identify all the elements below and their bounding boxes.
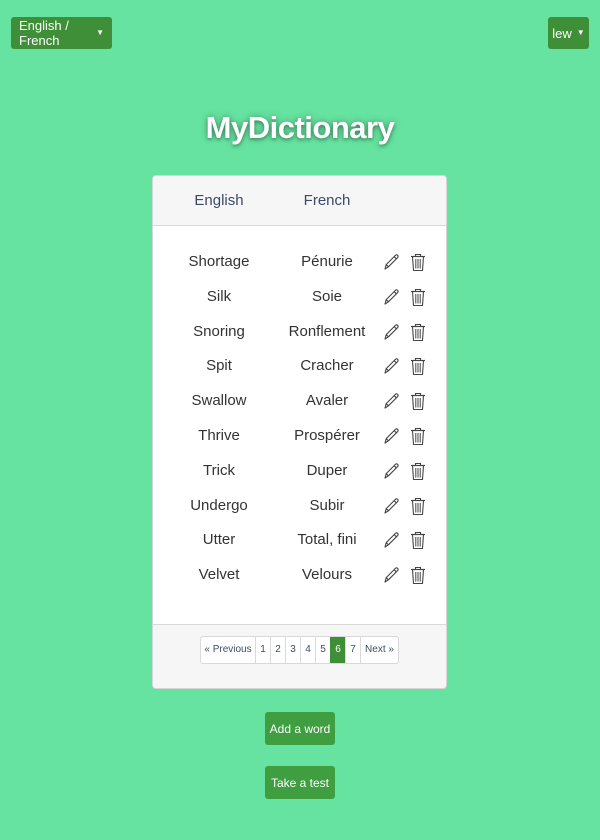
english-word: Silk (206, 287, 232, 305)
french-word: Ronflement (288, 322, 366, 340)
english-word: Trick (203, 461, 235, 479)
french-word: Prospérer (294, 427, 360, 444)
add-word-button[interactable]: Add a word (265, 712, 335, 745)
caret-down-icon: ▼ (96, 28, 104, 37)
column-header-english: English (194, 192, 244, 209)
trash-icon[interactable] (408, 355, 428, 377)
word-row: Spit Cracher (153, 349, 446, 383)
word-row: Swallow Avaler (153, 384, 446, 418)
trash-icon[interactable] (408, 251, 428, 273)
pagination-previous[interactable]: « Previous (201, 637, 255, 663)
trash-icon[interactable] (408, 390, 428, 412)
pagination-page[interactable]: 2 (270, 637, 285, 663)
dictionary-card: English French Shortage Pénurie Silk Soie Sn… (152, 175, 447, 689)
pencil-icon[interactable] (381, 564, 401, 586)
page-title: MyDictionary (205, 110, 395, 145)
language-pair-label: English / French (19, 18, 69, 48)
english-word: Shortage (188, 253, 250, 270)
pencil-icon[interactable] (381, 460, 401, 482)
english-word: Undergo (190, 496, 248, 514)
pencil-icon[interactable] (381, 286, 401, 308)
pencil-icon[interactable] (381, 390, 401, 412)
french-word: Avaler (305, 392, 349, 410)
french-word: Total, fini (297, 531, 357, 549)
word-row: Undergo Subir (153, 489, 446, 523)
pagination-page-active[interactable]: 6 (330, 637, 345, 663)
french-word: Duper (306, 461, 348, 479)
word-row: Trick Duper (153, 454, 446, 488)
pagination-page[interactable]: 7 (345, 637, 360, 663)
word-row: Velvet Velours (153, 558, 446, 592)
word-row: Silk Soie (153, 280, 446, 314)
column-header-french: French (303, 192, 351, 209)
pagination-page[interactable]: 4 (300, 637, 315, 663)
english-word: Snoring (193, 322, 245, 340)
user-menu-dropdown[interactable]: lew ▼ (548, 17, 589, 49)
pagination-page[interactable]: 3 (285, 637, 300, 663)
english-word: Thrive (198, 427, 240, 444)
pencil-icon[interactable] (381, 529, 401, 551)
french-word: Subir (309, 496, 345, 514)
language-pair-dropdown[interactable]: English / French ▼ (11, 17, 112, 49)
trash-icon[interactable] (408, 564, 428, 586)
table-header: English French (153, 176, 446, 226)
pagination-next[interactable]: Next » (360, 637, 398, 663)
english-word: Spit (206, 357, 232, 375)
word-row: Shortage Pénurie (153, 245, 446, 279)
trash-icon[interactable] (408, 495, 428, 517)
pencil-icon[interactable] (381, 495, 401, 517)
trash-icon[interactable] (408, 460, 428, 482)
word-row: Snoring Ronflement (153, 315, 446, 349)
user-name: lew (552, 25, 572, 41)
word-row: Thrive Prospérer (153, 419, 446, 453)
pagination-page[interactable]: 1 (255, 637, 270, 663)
word-row: Utter Total, fini (153, 523, 446, 557)
english-word: Swallow (191, 392, 247, 410)
take-test-button[interactable]: Take a test (265, 766, 335, 799)
pencil-icon[interactable] (381, 251, 401, 273)
card-footer: « Previous 1 2 3 4 5 6 7 Next » (153, 624, 446, 688)
pencil-icon[interactable] (381, 355, 401, 377)
french-word: Pénurie (301, 253, 353, 270)
french-word: Cracher (300, 357, 354, 375)
english-word: Utter (202, 531, 236, 549)
caret-down-icon: ▼ (576, 28, 585, 37)
trash-icon[interactable] (408, 425, 428, 447)
english-word: Velvet (198, 566, 240, 584)
pencil-icon[interactable] (381, 321, 401, 343)
pagination-page[interactable]: 5 (315, 637, 330, 663)
pagination: « Previous 1 2 3 4 5 6 7 Next » (200, 636, 399, 664)
french-word: Velours (301, 566, 353, 584)
trash-icon[interactable] (408, 321, 428, 343)
trash-icon[interactable] (408, 286, 428, 308)
trash-icon[interactable] (408, 529, 428, 551)
pencil-icon[interactable] (381, 425, 401, 447)
french-word: Soie (311, 287, 343, 305)
